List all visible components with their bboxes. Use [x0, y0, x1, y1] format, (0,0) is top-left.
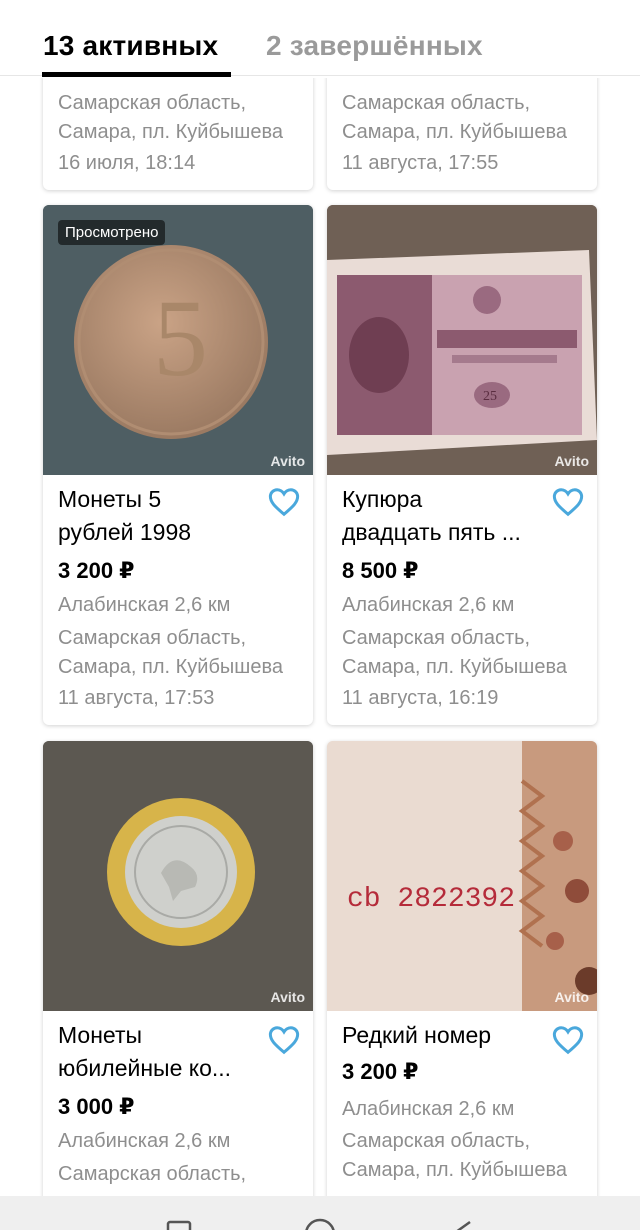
- listing-date: 11 августа, 17:53: [58, 687, 215, 709]
- home-icon: [305, 1218, 335, 1230]
- system-nav-bar: [0, 1196, 640, 1230]
- avito-watermark: Avito: [554, 453, 589, 469]
- recent-apps-icon: [166, 1220, 192, 1230]
- back-icon: [456, 1220, 471, 1230]
- listing-photo: cb 2822392 Avito: [327, 741, 597, 1011]
- serial-number: cb 2822392: [347, 884, 515, 915]
- listing-card[interactable]: cb 2822392 Avito Редкий номер 3 200 ₽ Ал…: [327, 741, 597, 1211]
- listing-region: Самарская область,: [58, 1163, 247, 1185]
- heart-outline-icon[interactable]: [267, 487, 301, 517]
- listing-price: 3 000 ₽: [58, 1094, 135, 1119]
- banknote-photo: 25: [327, 205, 597, 475]
- avito-watermark: Avito: [270, 989, 305, 1005]
- listing-metro: Алабинская 2,6 км: [342, 1098, 515, 1120]
- listing-price: 3 200 ₽: [342, 1059, 419, 1084]
- listing-address: Самара, пл. Куйбышева: [58, 121, 283, 143]
- listing-price: 3 200 ₽: [58, 558, 135, 583]
- coin-photo: 5: [43, 205, 313, 475]
- heart-outline-icon[interactable]: [551, 1025, 585, 1055]
- avito-watermark: Avito: [554, 989, 589, 1005]
- listing-region: Самарская область,: [342, 92, 531, 114]
- listing-metro: Алабинская 2,6 км: [342, 594, 515, 616]
- heart-outline-icon[interactable]: [551, 487, 585, 517]
- listing-photo: 5 Просмотрено Avito: [43, 205, 313, 475]
- listing-title-line2: рублей 1998: [58, 519, 192, 545]
- listing-region: Самарская область,: [58, 92, 247, 114]
- listing-date: 11 августа, 17:55: [342, 152, 499, 174]
- listing-address: Самара, пл. Куйбышева: [342, 121, 567, 143]
- tabs-bar: 13 активных 2 завершённых: [0, 0, 640, 78]
- listing-price: 8 500 ₽: [342, 558, 419, 583]
- coin-photo: [43, 741, 313, 1011]
- listing-photo: Avito: [43, 741, 313, 1011]
- listing-region: Самарская область,: [342, 627, 531, 649]
- listing-title: Редкий номер: [342, 1022, 492, 1048]
- listing-address: Самара, пл. Куйбышева: [342, 1159, 567, 1181]
- listing-title-line2: двадцать пять ...: [342, 519, 521, 545]
- listing-title: Монеты 5: [58, 486, 162, 512]
- listing-photo: 25 Avito: [327, 205, 597, 475]
- listing-card[interactable]: 5 Просмотрено Avito Монеты 5 рублей 1998…: [43, 205, 313, 725]
- listing-title: Монеты: [58, 1022, 143, 1048]
- avito-watermark: Avito: [270, 453, 305, 469]
- listing-card[interactable]: Avito Монеты юбилейные ко... 3 000 ₽ Ала…: [43, 741, 313, 1211]
- listing-address: Самара, пл. Куйбышева: [342, 656, 567, 678]
- listing-date: 11 августа, 16:19: [342, 687, 499, 709]
- banknote-photo: cb 2822392: [327, 741, 597, 1011]
- listing-title: Купюра: [342, 486, 423, 512]
- listing-region: Самарская область,: [342, 1130, 531, 1152]
- listing-title-line2: юбилейные ко...: [58, 1055, 232, 1081]
- svg-text:25: 25: [483, 389, 497, 404]
- listing-metro: Алабинская 2,6 км: [58, 1130, 231, 1152]
- heart-outline-icon[interactable]: [267, 1025, 301, 1055]
- listing-region: Самарская область,: [58, 627, 247, 649]
- coin-digit: 5: [153, 277, 208, 399]
- listing-metro: Алабинская 2,6 км: [58, 594, 231, 616]
- listing-address: Самара, пл. Куйбышева: [58, 656, 283, 678]
- system-nav-icons: [166, 1218, 471, 1230]
- listing-date: 16 июля, 18:14: [58, 152, 196, 174]
- tab-completed[interactable]: 2 завершённых: [266, 30, 483, 62]
- tab-active-underline: [42, 72, 231, 77]
- tab-active[interactable]: 13 активных: [43, 30, 218, 62]
- listing-card[interactable]: 25 Avito Купюра двадцать пять ... 8 500 …: [327, 205, 597, 725]
- viewed-badge: Просмотрено: [58, 220, 166, 245]
